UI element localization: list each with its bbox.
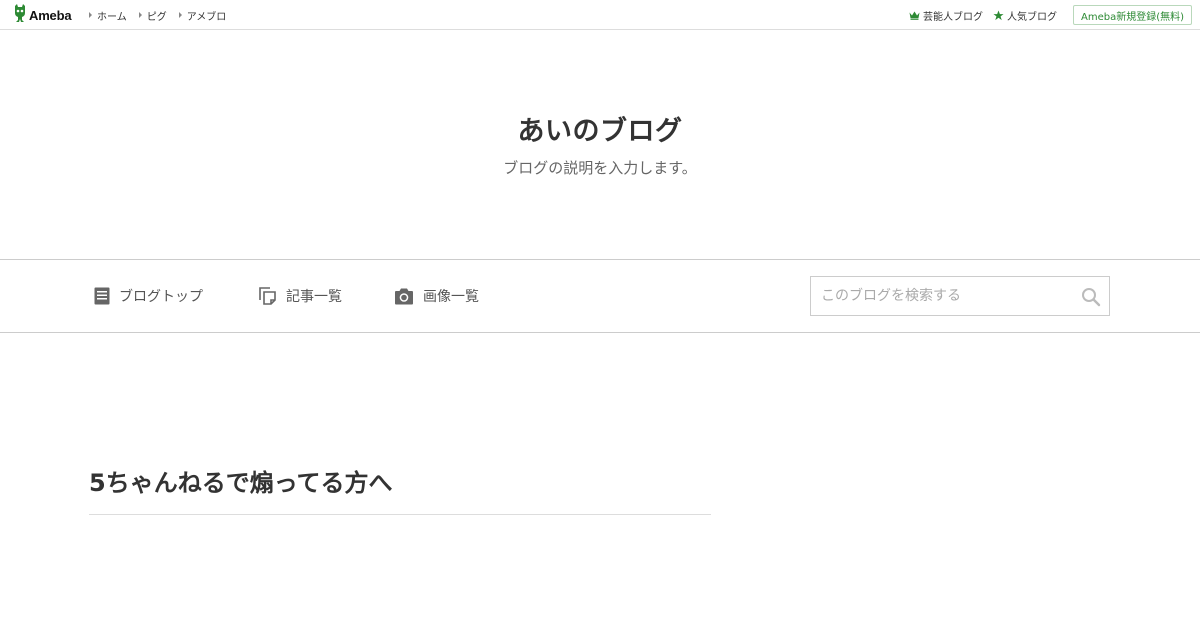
nav-link-label: ピグ [146, 11, 167, 23]
caret-right-icon [138, 12, 142, 18]
crown-icon [909, 11, 920, 20]
caret-right-icon [89, 12, 92, 18]
global-header: Ameba ホーム ピグ アメブロ 芸能人ブログ 人気ブログ Ameba新規登録… [0, 0, 1200, 30]
blog-menu: ブログトップ 記事一覧 画像一覧 [0, 259, 1200, 333]
nav-link-ameblo[interactable]: アメブロ [178, 8, 227, 23]
menu-item-blog-top[interactable]: ブログトップ [94, 285, 203, 307]
caret-right-icon [178, 12, 182, 18]
popular-blog-link[interactable]: 人気ブログ [993, 8, 1057, 23]
nav-link-label: ホーム [97, 11, 127, 23]
camera-icon [394, 288, 414, 305]
article-divider [89, 514, 711, 515]
celebrity-blog-link[interactable]: 芸能人ブログ [909, 8, 983, 23]
ameba-logo-text: Ameba [29, 7, 72, 23]
blog-header: あいのブログ ブログの説明を入力します。 [0, 31, 1200, 259]
global-right-links: 芸能人ブログ 人気ブログ Ameba新規登録(無料) [909, 0, 1192, 30]
nav-link-label: アメブロ [186, 11, 227, 23]
menu-item-label: 画像一覧 [423, 289, 479, 305]
copy-icon [259, 286, 277, 306]
celebrity-blog-label: 芸能人ブログ [922, 11, 983, 23]
popular-blog-label: 人気ブログ [1006, 11, 1057, 23]
ameba-logo[interactable]: Ameba [13, 4, 72, 26]
blog-title[interactable]: あいのブログ [0, 109, 1200, 148]
menu-item-article-list[interactable]: 記事一覧 [259, 285, 342, 307]
menu-item-image-list[interactable]: 画像一覧 [394, 285, 479, 307]
star-icon [993, 9, 1004, 21]
document-icon [94, 287, 110, 305]
menu-item-label: 記事一覧 [286, 289, 342, 305]
nav-link-home[interactable]: ホーム [89, 8, 127, 23]
search-icon[interactable] [1080, 286, 1102, 308]
blog-search [810, 276, 1110, 316]
article-title[interactable]: 5ちゃんねるで煽ってる方へ [89, 463, 393, 498]
global-nav: ホーム ピグ アメブロ [89, 0, 238, 30]
signup-button[interactable]: Ameba新規登録(無料) [1072, 5, 1192, 25]
ameba-logo-icon [13, 4, 27, 26]
search-input[interactable] [811, 277, 1071, 315]
blog-description: ブログの説明を入力します。 [503, 159, 697, 177]
nav-link-pigg[interactable]: ピグ [138, 8, 167, 23]
menu-item-label: ブログトップ [119, 289, 203, 305]
